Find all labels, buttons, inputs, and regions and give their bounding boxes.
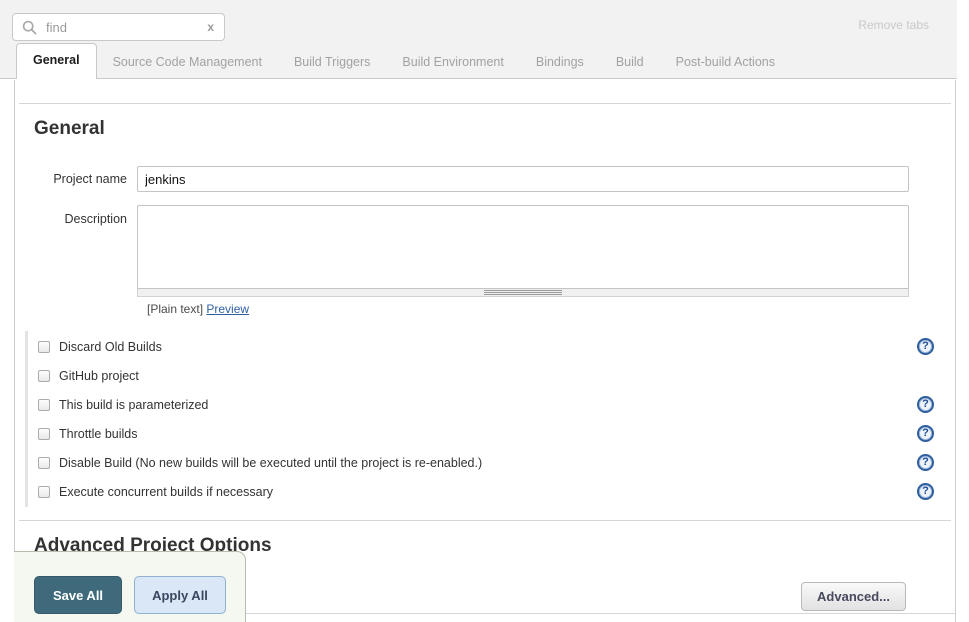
help-icon[interactable]: ?: [917, 425, 934, 442]
option-label: Disable Build (No new builds will be exe…: [59, 456, 482, 470]
tab-source-code-management[interactable]: Source Code Management: [97, 46, 278, 79]
option-row-github-project: GitHub project: [28, 361, 955, 390]
bottom-divider: [246, 613, 956, 614]
config-content-panel: General Project name Description [Plain …: [14, 80, 956, 622]
option-row-concurrent-builds: Execute concurrent builds if necessary ?: [28, 477, 955, 506]
preview-link[interactable]: Preview: [206, 302, 249, 316]
advanced-button[interactable]: Advanced...: [801, 582, 906, 611]
parameterized-checkbox[interactable]: [38, 399, 50, 411]
save-bottom-bar: Save All Apply All: [14, 551, 246, 622]
tab-post-build-actions[interactable]: Post-build Actions: [660, 46, 791, 79]
help-icon[interactable]: ?: [917, 483, 934, 500]
apply-all-button[interactable]: Apply All: [134, 576, 226, 614]
config-tab-bar: General Source Code Management Build Tri…: [16, 43, 791, 79]
jenkins-config-page: x Remove tabs General Source Code Manage…: [0, 0, 969, 622]
config-search-box[interactable]: x: [12, 13, 225, 41]
option-row-parameterized: This build is parameterized ?: [28, 390, 955, 419]
discard-old-builds-checkbox[interactable]: [38, 341, 50, 353]
tab-build[interactable]: Build: [600, 46, 660, 79]
description-row: Description: [15, 205, 955, 297]
general-options-block: Discard Old Builds ? GitHub project This…: [25, 331, 955, 507]
option-row-discard-old-builds: Discard Old Builds ?: [28, 332, 955, 361]
search-clear-icon[interactable]: x: [206, 20, 215, 34]
description-field-wrap: [137, 205, 909, 297]
save-all-button[interactable]: Save All: [34, 576, 122, 614]
section-divider: [19, 520, 951, 521]
textarea-resize-handle[interactable]: [137, 289, 909, 297]
help-icon[interactable]: ?: [917, 454, 934, 471]
help-icon[interactable]: ?: [917, 396, 934, 413]
concurrent-builds-checkbox[interactable]: [38, 486, 50, 498]
tab-bindings[interactable]: Bindings: [520, 46, 600, 79]
description-label: Description: [15, 205, 137, 226]
remove-tabs-link[interactable]: Remove tabs: [858, 18, 929, 32]
section-divider: [19, 103, 951, 104]
plain-text-mode-label: [Plain text]: [147, 302, 203, 316]
option-label: Execute concurrent builds if necessary: [59, 485, 273, 499]
project-name-row: Project name: [15, 166, 955, 192]
option-row-throttle-builds: Throttle builds ?: [28, 419, 955, 448]
tab-build-environment[interactable]: Build Environment: [386, 46, 519, 79]
throttle-builds-checkbox[interactable]: [38, 428, 50, 440]
project-name-input[interactable]: [137, 166, 909, 192]
option-label: This build is parameterized: [59, 398, 208, 412]
project-name-label: Project name: [15, 172, 137, 186]
search-icon: [22, 20, 37, 35]
option-label: GitHub project: [59, 369, 139, 383]
option-label: Discard Old Builds: [59, 340, 162, 354]
config-header-bar: x Remove tabs General Source Code Manage…: [0, 0, 957, 79]
option-row-disable-build: Disable Build (No new builds will be exe…: [28, 448, 955, 477]
option-label: Throttle builds: [59, 427, 138, 441]
tab-build-triggers[interactable]: Build Triggers: [278, 46, 386, 79]
tab-general[interactable]: General: [16, 43, 97, 79]
general-section-title: General: [34, 118, 955, 140]
github-project-checkbox[interactable]: [38, 370, 50, 382]
disable-build-checkbox[interactable]: [38, 457, 50, 469]
search-input[interactable]: [44, 19, 206, 36]
description-preview-line: [Plain text] Preview: [147, 302, 955, 316]
help-icon[interactable]: ?: [917, 338, 934, 355]
description-textarea[interactable]: [137, 205, 909, 289]
